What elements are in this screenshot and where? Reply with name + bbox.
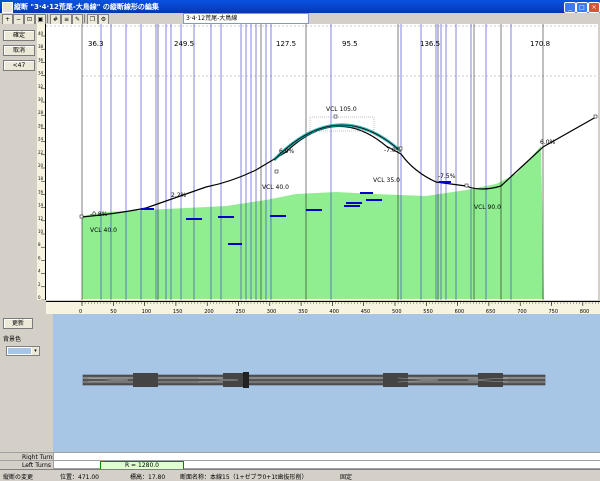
y-tick-label: 40: [38, 31, 44, 36]
y-tick-label: 24: [38, 137, 44, 142]
plan-view[interactable]: [53, 314, 600, 452]
maximize-button[interactable]: □: [576, 2, 588, 13]
grade-label: -7.0%: [384, 147, 402, 154]
bg-color-label: 背景色: [3, 336, 22, 343]
top-value-label: 127.5: [276, 40, 296, 48]
grade-label: 2.2%: [171, 192, 187, 199]
minimize-button[interactable]: _: [564, 2, 576, 13]
route-select[interactable]: 3·4·12荒尾-大鳥線: [183, 13, 309, 24]
confirm-button[interactable]: 確定: [3, 30, 35, 41]
y-tick-label: 14: [38, 203, 44, 208]
grade-label: -0.8%: [90, 211, 108, 218]
top-value-label: 249.5: [174, 40, 194, 48]
profile-view[interactable]: 36.3 249.5 127.5 95.5 136.5 170.8 -0.8% 2.2% 6.…: [46, 24, 598, 300]
y-tick-label: 28: [38, 110, 44, 115]
update-button[interactable]: 更新: [3, 318, 33, 329]
top-value-label: 170.8: [530, 40, 550, 48]
y-tick-label: 30: [38, 97, 44, 102]
y-tick-label: 6: [38, 255, 41, 260]
vertical-ruler: 0 2 4 6 8 10 12 14 16 18 20 22 24 26 28 30 32 34 36 38 40: [37, 24, 46, 301]
y-tick-label: 8: [38, 242, 41, 247]
road-widening: [383, 373, 408, 387]
y-tick-label: 12: [38, 216, 44, 221]
status-bar: 縦断の変更 位置：471.00 標高：17.80 断面名称：本線15（1+ゼブラ…: [0, 469, 600, 481]
vcl-label: VCL 35.0: [373, 177, 400, 184]
y-tick-label: 4: [38, 269, 41, 274]
top-value-label: 36.3: [88, 40, 104, 48]
color-swatch: [8, 348, 31, 354]
grade-label: 6.0%: [279, 148, 295, 155]
close-button[interactable]: ×: [588, 2, 600, 13]
vcl-label: VCL 105.0: [326, 106, 357, 113]
y-tick-label: 20: [38, 163, 44, 168]
y-tick-label: 0: [38, 295, 41, 300]
top-values: 36.3 249.5 127.5 95.5 136.5 170.8: [88, 40, 550, 48]
y-tick-label: 32: [38, 84, 44, 89]
grade-option-button[interactable]: <47: [3, 60, 35, 71]
grade-label: 6.0%: [540, 139, 556, 146]
y-tick-label: 16: [38, 189, 44, 194]
road-widening: [478, 373, 503, 387]
cancel-button[interactable]: 取消: [3, 45, 35, 56]
road-widening: [133, 373, 158, 387]
chevron-down-icon[interactable]: ▾: [32, 347, 39, 355]
window-title: 縦断 "3·4·12荒尾-大鳥線" の縦断線形の編集: [14, 3, 159, 11]
vcl-label: VCL 40.0: [262, 184, 289, 191]
road-junction: [243, 372, 249, 388]
y-tick-label: 22: [38, 150, 44, 155]
y-tick-label: 26: [38, 123, 44, 128]
y-tick-label: 34: [38, 71, 44, 76]
grade-label: -7.5%: [438, 173, 456, 180]
y-tick-label: 36: [38, 57, 44, 62]
y-tick-label: 10: [38, 229, 44, 234]
plan-side-panel: 更新 背景色: [0, 314, 53, 452]
horizontal-ruler: 0 50 100 150 200 250 300 350 400 450 500 550 600 650 7…: [46, 301, 600, 315]
bg-color-picker[interactable]: ▾: [6, 346, 40, 356]
app-icon: [2, 2, 13, 13]
y-tick-label: 2: [38, 282, 41, 287]
vcl-label: VCL 90.0: [474, 204, 501, 211]
ground-profile: [82, 146, 544, 299]
toolbar-separator: [47, 14, 48, 23]
top-value-label: 136.5: [420, 40, 440, 48]
toolbar-separator: [84, 14, 85, 23]
y-tick-label: 18: [38, 176, 44, 181]
top-value-label: 95.5: [342, 40, 358, 48]
left-turns-label: Left Turns: [22, 462, 52, 469]
vcl-label: VCL 40.0: [90, 227, 117, 234]
y-tick-label: 38: [38, 44, 44, 49]
title-bar: 縦断 "3·4·12荒尾-大鳥線" の縦断線形の編集 _ □ ×: [0, 0, 600, 13]
